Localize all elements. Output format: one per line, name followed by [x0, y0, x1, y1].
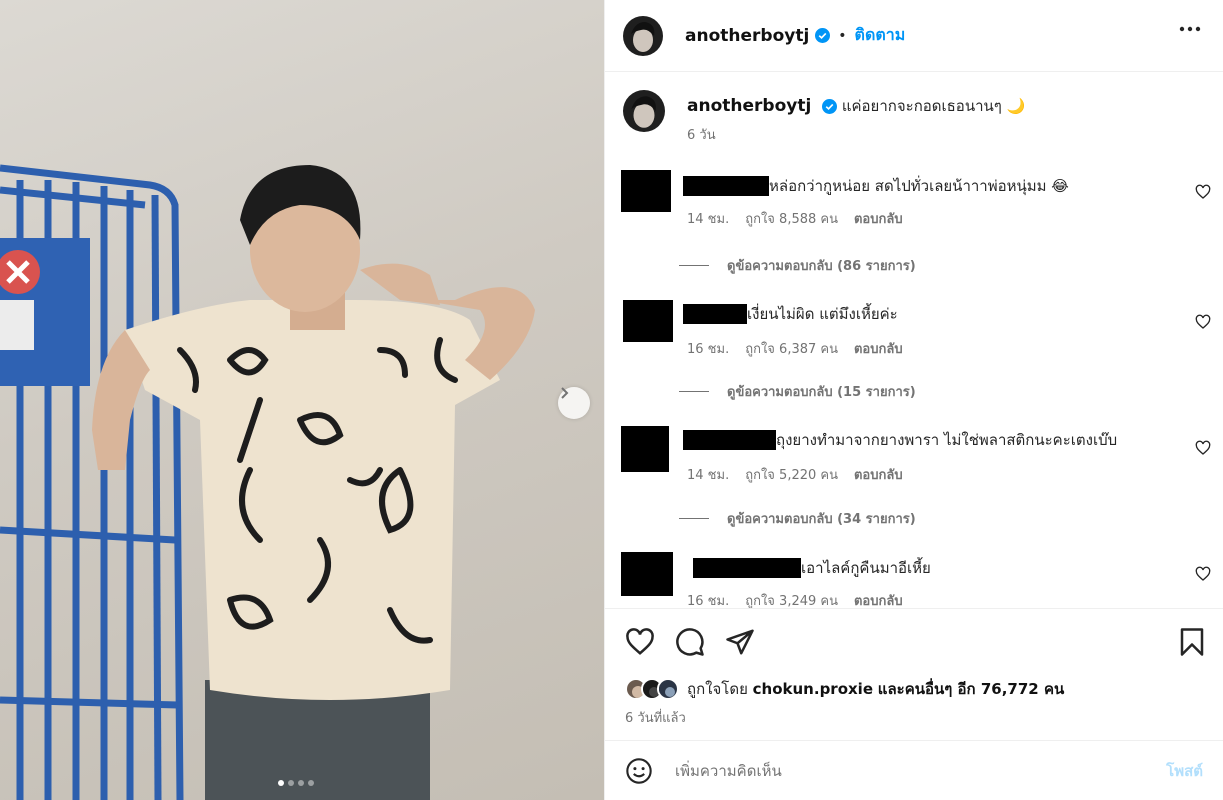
redacted-username	[683, 304, 747, 324]
caption-text: แค่อยากจะกอดเธอนานๆ 🌙	[841, 97, 1026, 115]
redacted-username	[683, 176, 769, 196]
verified-icon	[815, 28, 831, 43]
heart-icon	[626, 628, 654, 655]
comment-button[interactable]	[675, 627, 705, 661]
likes-prefix: ถูกใจโดย	[687, 680, 748, 698]
photo-illustration	[0, 164, 535, 800]
caption-time: 6 วัน	[687, 128, 716, 143]
share-button[interactable]	[725, 627, 755, 661]
likes-summary: ถูกใจโดย chokun.proxie และคนอื่นๆ อีก 76…	[625, 677, 1064, 701]
post-comment-button[interactable]: โพสต์	[1166, 759, 1203, 783]
reply-button[interactable]: ตอบกลับ	[854, 594, 903, 608]
comment-text: ถุงยางทำมาจากยางพารา ไม่ใช่พลาสติกนะคะเต…	[776, 431, 1118, 449]
more-icon[interactable]	[1179, 26, 1201, 32]
liker-avatar[interactable]	[657, 678, 679, 700]
comment-avatar[interactable]	[621, 170, 671, 212]
follow-button[interactable]: ติดตาม	[855, 23, 906, 48]
likes-user[interactable]: chokun.proxie	[753, 680, 873, 698]
post-caption: anotherboytj แค่อยากจะกอดเธอนานๆ 🌙 6 วัน	[623, 90, 1025, 146]
reply-button[interactable]: ตอบกลับ	[854, 468, 903, 483]
comment-text: หล่อกว่ากูหน่อย สดไปทั่วเลยน้าาาพ่อหนุ่ม…	[769, 177, 1069, 195]
heart-icon[interactable]	[1195, 184, 1211, 200]
save-button[interactable]	[1179, 627, 1205, 661]
post-modal: anotherboytj • ติดตาม anotherboytj แค่อย…	[0, 0, 1223, 800]
caption-username[interactable]: anotherboytj	[687, 96, 811, 116]
replies-line	[679, 518, 709, 519]
caption-avatar[interactable]	[623, 90, 665, 132]
heart-icon[interactable]	[1195, 566, 1211, 582]
carousel-dots	[278, 780, 314, 786]
post-details-panel: anotherboytj • ติดตาม anotherboytj แค่อย…	[604, 0, 1223, 800]
add-comment-bar: เพิ่มความคิดเห็น โพสต์	[605, 740, 1223, 800]
comment-avatar[interactable]	[623, 300, 673, 342]
carousel-dot	[308, 780, 314, 786]
heart-icon[interactable]	[1195, 440, 1211, 456]
view-replies-button[interactable]: ดูข้อความตอบกลับ (86 รายการ)	[679, 255, 916, 276]
post-actions: ถูกใจโดย chokun.proxie และคนอื่นๆ อีก 76…	[605, 608, 1223, 740]
author-username[interactable]: anotherboytj	[685, 26, 809, 46]
post-header: anotherboytj • ติดตาม	[605, 0, 1223, 72]
emoji-icon[interactable]	[625, 757, 653, 785]
comment-time: 16 ชม.	[687, 594, 730, 608]
comment-text: เอาไลค์กูคืนมาอีเหี้ย	[801, 559, 931, 577]
likes-others[interactable]: และคนอื่นๆ อีก 76,772 คน	[878, 680, 1064, 698]
separator-dot: •	[838, 27, 847, 44]
bookmark-icon	[1180, 628, 1204, 656]
redacted-username	[693, 558, 801, 578]
comment-likes[interactable]: ถูกใจ 5,220 คน	[745, 468, 838, 483]
chevron-right-icon	[561, 387, 569, 399]
post-photo	[0, 0, 604, 800]
heart-icon[interactable]	[1195, 314, 1211, 330]
comment-text: เงี่ยนไม่ผิด แต่มึงเหี้ยค่ะ	[747, 305, 898, 323]
verified-icon	[822, 99, 838, 114]
reply-button[interactable]: ตอบกลับ	[854, 342, 903, 357]
carousel-dot	[278, 780, 284, 786]
replies-line	[679, 391, 709, 392]
like-button[interactable]	[625, 627, 655, 661]
comment-likes[interactable]: ถูกใจ 8,588 คน	[745, 212, 838, 227]
next-photo-button[interactable]	[558, 387, 590, 419]
share-icon	[726, 629, 754, 655]
comment-likes[interactable]: ถูกใจ 6,387 คน	[745, 342, 838, 357]
comment-avatar[interactable]	[621, 426, 669, 472]
replies-line	[679, 265, 709, 266]
comment-icon	[676, 628, 704, 656]
view-replies-button[interactable]: ดูข้อความตอบกลับ (15 รายการ)	[679, 381, 916, 402]
carousel-dot	[298, 780, 304, 786]
redacted-username	[683, 430, 776, 450]
view-replies-button[interactable]: ดูข้อความตอบกลับ (34 รายการ)	[679, 508, 916, 529]
reply-button[interactable]: ตอบกลับ	[854, 212, 903, 227]
author-avatar[interactable]	[623, 15, 663, 56]
comment-avatar[interactable]	[621, 552, 673, 596]
carousel-dot	[288, 780, 294, 786]
comment-time: 14 ชม.	[687, 212, 730, 227]
view-replies-label: ดูข้อความตอบกลับ (34 รายการ)	[727, 512, 916, 527]
comment-time: 14 ชม.	[687, 468, 730, 483]
view-replies-label: ดูข้อความตอบกลับ (86 รายการ)	[727, 259, 916, 274]
comment-time: 16 ชม.	[687, 342, 730, 357]
comment-likes[interactable]: ถูกใจ 3,249 คน	[745, 594, 838, 608]
comment-input[interactable]: เพิ่มความคิดเห็น	[675, 759, 1166, 783]
view-replies-label: ดูข้อความตอบกลับ (15 รายการ)	[727, 385, 916, 400]
post-date: 6 วันที่แล้ว	[625, 711, 686, 726]
comment-item: เอาไลค์กูคืนมาอีเหี้ย 16 ชม. ถูกใจ 3,249 …	[621, 552, 1223, 608]
